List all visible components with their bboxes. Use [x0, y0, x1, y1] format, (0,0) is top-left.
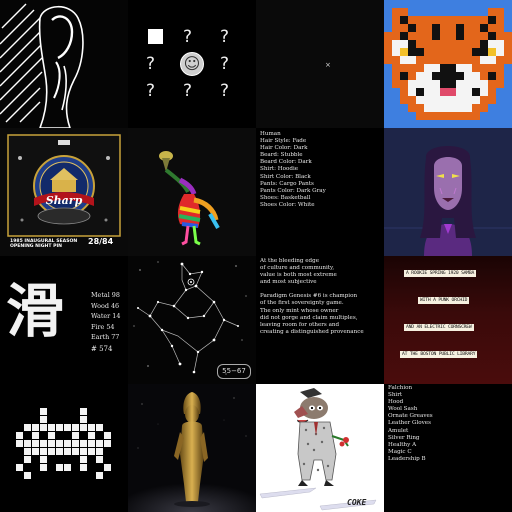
pin-edition-number: 28/84 — [88, 237, 114, 246]
element-stat-line: Fire 54 — [91, 322, 115, 331]
loot-line: Silver Ring — [388, 434, 420, 441]
cartoon-dog-image — [256, 384, 384, 512]
tile-traits-list[interactable]: Human Hair Style: Fade Hair Color: Dark Bea… — [256, 128, 384, 256]
question-mark-icon: ? — [220, 54, 230, 74]
question-mark-icon: ? — [146, 54, 156, 74]
tile-paradigm-genesis[interactable]: At the bleeding edge of culture and commu… — [256, 256, 384, 384]
tile-cyber-woman[interactable] — [384, 128, 512, 256]
rainbow-figure-image — [159, 151, 220, 246]
svg-text:Sharp: Sharp — [46, 194, 83, 207]
tile-rainbow-figure[interactable] — [128, 128, 256, 256]
tile-dark-sparse[interactable]: × — [256, 0, 384, 128]
tile-mystery-grid[interactable]: ? ? ? ? ? ? ? ☺ — [128, 0, 256, 128]
paradigm-line: of the first sovereignty game. — [260, 300, 344, 307]
paradigm-line: value is both most extreme — [260, 272, 337, 279]
tile-hooded-figure[interactable] — [0, 0, 128, 128]
question-mark-icon: ? — [183, 27, 193, 47]
tile-inaugural-pin[interactable]: Sharp 1985 INAUGURAL SEASON OPENING NIGH… — [0, 128, 128, 256]
loot-line: Wool Sash — [388, 406, 418, 413]
paradigm-line: leaving room for others and — [260, 321, 340, 328]
tile-loot-list[interactable]: Falchion Shirt Hood Wool Sash Ornate Greaves… — [384, 384, 512, 512]
banner-line: AT THE BOSTON PUBLIC LIBRARY — [400, 351, 478, 358]
small-x-mark: × — [325, 61, 331, 69]
pixel-tiger-image — [384, 0, 512, 128]
pin-subtitle-line2: OPENING NIGHT PIN — [10, 244, 63, 250]
element-stats: Metal 98 Wood 46 Water 14 Fire 54 Earth 77 — [91, 290, 120, 343]
paradigm-line: At the bleeding edge — [260, 258, 320, 264]
banner-lines: A ROOKIE SPRING 1920 SAMBA WITH A PUNK OR… — [384, 256, 512, 384]
tile-pixel-invader[interactable] — [0, 384, 128, 512]
paradigm-text: At the bleeding edge of culture and commu… — [260, 258, 364, 336]
tile-kanji-elements[interactable]: 滑 Metal 98 Wood 46 Water 14 Fire 54 Earth 77… — [0, 256, 128, 384]
pixel-invader-image — [16, 408, 111, 479]
constellation-badge: 55−67 — [217, 364, 251, 379]
element-stat-line: Earth 77 — [91, 333, 120, 342]
trait-line: Beard: Stubble — [260, 152, 303, 159]
tile-banner-text[interactable]: A ROOKIE SPRING 1920 SAMBA WITH A PUNK OR… — [384, 256, 512, 384]
trait-line: Hair Style: Fade — [260, 138, 307, 145]
banner-line: AND AN ELECTRIC CORNSCREW — [404, 324, 474, 331]
trait-line: Pants Color: Dark Gray — [260, 187, 326, 194]
golden-statue-image — [128, 392, 256, 512]
nft-gallery-grid: ? ? ? ? ? ? ? ☺ × Sharp 1985 INAUGURAL S… — [0, 0, 512, 512]
hooded-figure-image — [0, 0, 128, 128]
question-mark-icon: ? — [146, 81, 156, 101]
banner-line: WITH A PUNK ORCHID — [418, 297, 470, 304]
tile-pixel-tiger[interactable] — [384, 0, 512, 128]
loot-line: Leadership B — [388, 455, 426, 462]
tile-golden-statue[interactable] — [128, 384, 256, 512]
element-stat-line: Wood 46 — [91, 301, 120, 310]
traits-text: Human Hair Style: Fade Hair Color: Dark Bea… — [260, 131, 326, 209]
trait-line: Shoes Color: White — [260, 201, 315, 208]
cyber-woman-image — [384, 128, 512, 256]
paradigm-paragraph: Paradigm Genesis #6 is champion of the fi… — [260, 293, 364, 336]
loot-text: Falchion Shirt Hood Wool Sash Ornate Greaves… — [388, 385, 433, 463]
question-mark-icon: ? — [220, 81, 230, 101]
trait-line: Hair Color: Dark — [260, 145, 308, 152]
trait-line: Human — [260, 131, 281, 137]
paradigm-line: and most subjective — [260, 279, 317, 286]
smiley-coin-icon: ☺ — [180, 52, 204, 76]
trait-line: Shirt Color: Black — [260, 173, 311, 180]
trait-line: Shoes: Basketball — [260, 194, 311, 201]
element-stat-line: Water 14 — [91, 312, 121, 321]
paradigm-line: of culture and community, — [260, 265, 335, 272]
coke-label: COKE — [347, 498, 367, 507]
loot-line: Ornate Greaves — [388, 413, 433, 420]
paradigm-line: did not gorge and claim multiples, — [260, 314, 358, 321]
banner-line: A ROOKIE SPRING 1920 SAMBA — [404, 270, 477, 277]
trait-line: Shirt: Hoodie — [260, 166, 299, 173]
kanji-number: # 574 — [91, 345, 113, 353]
loot-line: Amulet — [388, 427, 409, 434]
paradigm-paragraph: At the bleeding edge of culture and commu… — [260, 258, 364, 286]
trait-line: Beard Color: Dark — [260, 159, 312, 166]
loot-line: Falchion — [388, 385, 413, 391]
paradigm-line: creating a distinguished provenance — [260, 328, 364, 335]
tile-cartoon-dog[interactable]: COKE — [256, 384, 384, 512]
loot-line: Hood — [388, 399, 404, 406]
pin-subtitle: 1985 INAUGURAL SEASON OPENING NIGHT PIN — [10, 239, 77, 249]
element-stat-line: Metal 98 — [91, 291, 120, 299]
loot-line: Shirt — [388, 392, 403, 399]
question-mark-icon: ? — [183, 81, 193, 101]
kanji-glyph: 滑 — [6, 277, 65, 345]
loot-line: Healthy A — [388, 441, 417, 448]
paradigm-line: Paradigm Genesis #6 is champion — [260, 293, 358, 300]
question-mark-icon: ? — [220, 27, 230, 47]
trait-line: Pants: Cargo Pants — [260, 180, 314, 187]
loot-line: Magic C — [388, 448, 412, 455]
tile-constellation[interactable]: 55−67 — [128, 256, 256, 384]
paradigm-line: The only mint whose owner — [260, 307, 339, 314]
loot-line: Leather Gloves — [388, 420, 431, 427]
